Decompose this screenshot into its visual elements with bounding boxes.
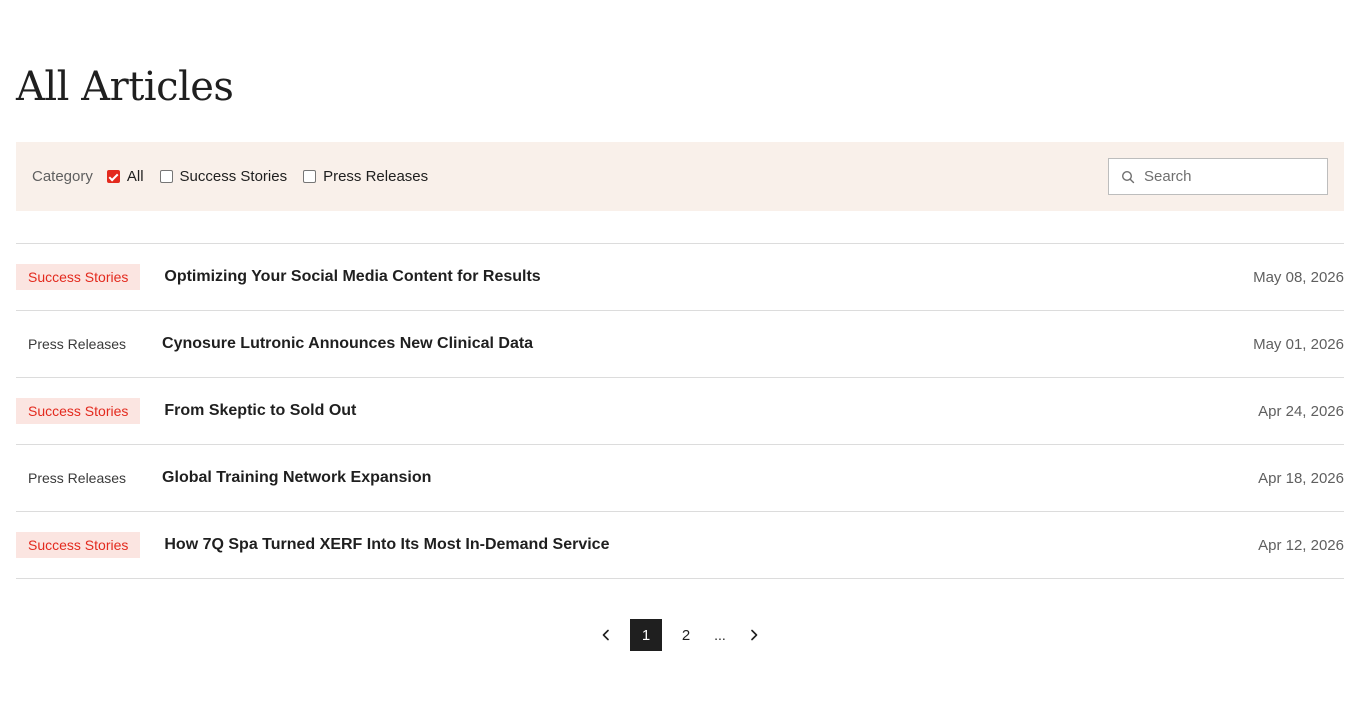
- checkbox-success-stories-box[interactable]: [159, 170, 173, 183]
- article-date: Apr 24, 2026: [1258, 402, 1344, 420]
- article-date: Apr 12, 2026: [1258, 536, 1344, 554]
- pagination: 1 2 ...: [0, 619, 1360, 651]
- checkbox-success-stories-label: Success Stories: [179, 168, 288, 185]
- checkbox-press-releases-box[interactable]: [303, 170, 317, 183]
- article-date: May 01, 2026: [1253, 335, 1344, 353]
- page: All Articles Category All Success Storie…: [0, 0, 1360, 715]
- chevron-left-icon: [602, 629, 609, 641]
- search-input[interactable]: [1144, 168, 1315, 185]
- article-title-link[interactable]: How 7Q Spa Turned XERF Into Its Most In-…: [164, 536, 1258, 554]
- filter-all-checkbox[interactable]: All: [106, 168, 144, 185]
- table-row[interactable]: Success Stories How 7Q Spa Turned XERF I…: [16, 512, 1344, 579]
- article-date: Apr 18, 2026: [1258, 469, 1344, 487]
- table-row[interactable]: Success Stories Optimizing Your Social M…: [16, 244, 1344, 311]
- checkbox-all-box[interactable]: [106, 170, 120, 183]
- filter-bar: Category All Success Stories Press Relea…: [16, 142, 1344, 211]
- filter-press-releases-checkbox[interactable]: Press Releases: [303, 168, 428, 185]
- table-row[interactable]: Success Stories From Skeptic to Sold Out…: [16, 378, 1344, 445]
- next-page-button[interactable]: [738, 619, 770, 651]
- page-button-2[interactable]: 2: [670, 619, 702, 651]
- article-title-link[interactable]: From Skeptic to Sold Out: [164, 402, 1258, 420]
- article-title-link[interactable]: Cynosure Lutronic Announces New Clinical…: [162, 335, 1253, 353]
- page-button-1[interactable]: 1: [630, 619, 662, 651]
- prev-page-button[interactable]: [590, 619, 622, 651]
- page-title: All Articles: [16, 64, 234, 110]
- article-title-link[interactable]: Optimizing Your Social Media Content for…: [164, 268, 1253, 286]
- article-title-link[interactable]: Global Training Network Expansion: [162, 469, 1258, 487]
- table-row[interactable]: Press Releases Global Training Network E…: [16, 445, 1344, 512]
- checkbox-all-label: All: [126, 168, 144, 185]
- search-box[interactable]: [1108, 158, 1328, 195]
- category-tag: Success Stories: [16, 532, 141, 558]
- category-tag: Success Stories: [16, 264, 141, 290]
- search-icon: [1121, 170, 1135, 183]
- table-row[interactable]: Press Releases Cynosure Lutronic Announc…: [16, 311, 1344, 378]
- category-tag: Press Releases: [28, 336, 127, 352]
- article-date: May 08, 2026: [1253, 268, 1344, 286]
- category-tag: Success Stories: [16, 398, 141, 424]
- article-list: Success Stories Optimizing Your Social M…: [16, 243, 1344, 579]
- checkbox-press-releases-label: Press Releases: [323, 168, 429, 185]
- pagination-ellipsis: ...: [714, 627, 726, 643]
- category-tag: Press Releases: [28, 470, 127, 486]
- chevron-right-icon: [751, 629, 758, 641]
- category-label: Category: [32, 168, 93, 185]
- filter-success-stories-checkbox[interactable]: Success Stories: [159, 168, 288, 185]
